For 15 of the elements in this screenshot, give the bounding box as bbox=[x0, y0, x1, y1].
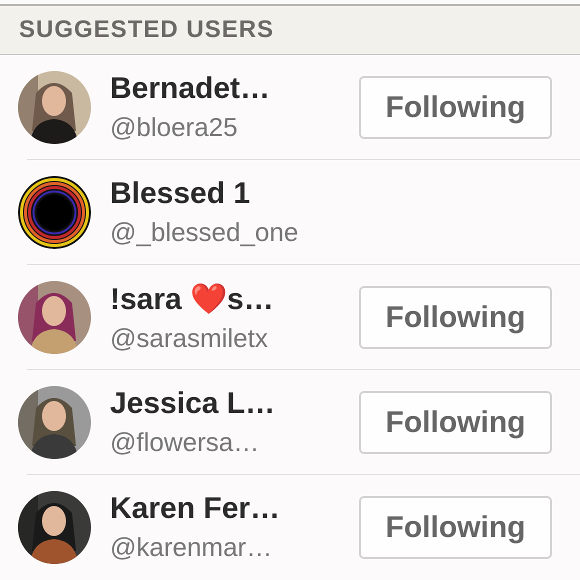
user-handle: @_blessed_one bbox=[110, 217, 298, 248]
user-name: Karen Fer… bbox=[110, 492, 280, 526]
user-handle: @karenmar… bbox=[110, 532, 272, 564]
user-handle: @bloera25 bbox=[110, 112, 238, 144]
following-button[interactable]: Following bbox=[359, 496, 552, 560]
user-name: Jessica L… bbox=[110, 387, 276, 422]
following-button[interactable]: Following bbox=[359, 286, 552, 350]
user-handle: @sarasmiletx bbox=[110, 323, 268, 354]
user-name: Blessed 1 bbox=[110, 177, 250, 212]
user-name: Bernadet… bbox=[110, 72, 270, 106]
user-name: !sara ❤s… bbox=[110, 282, 274, 318]
user-handle: @flowersa… bbox=[110, 427, 260, 458]
section-title: SUGGESTED USERS bbox=[19, 16, 274, 44]
following-button[interactable]: Following bbox=[359, 391, 552, 454]
following-button[interactable]: Following bbox=[359, 76, 552, 140]
